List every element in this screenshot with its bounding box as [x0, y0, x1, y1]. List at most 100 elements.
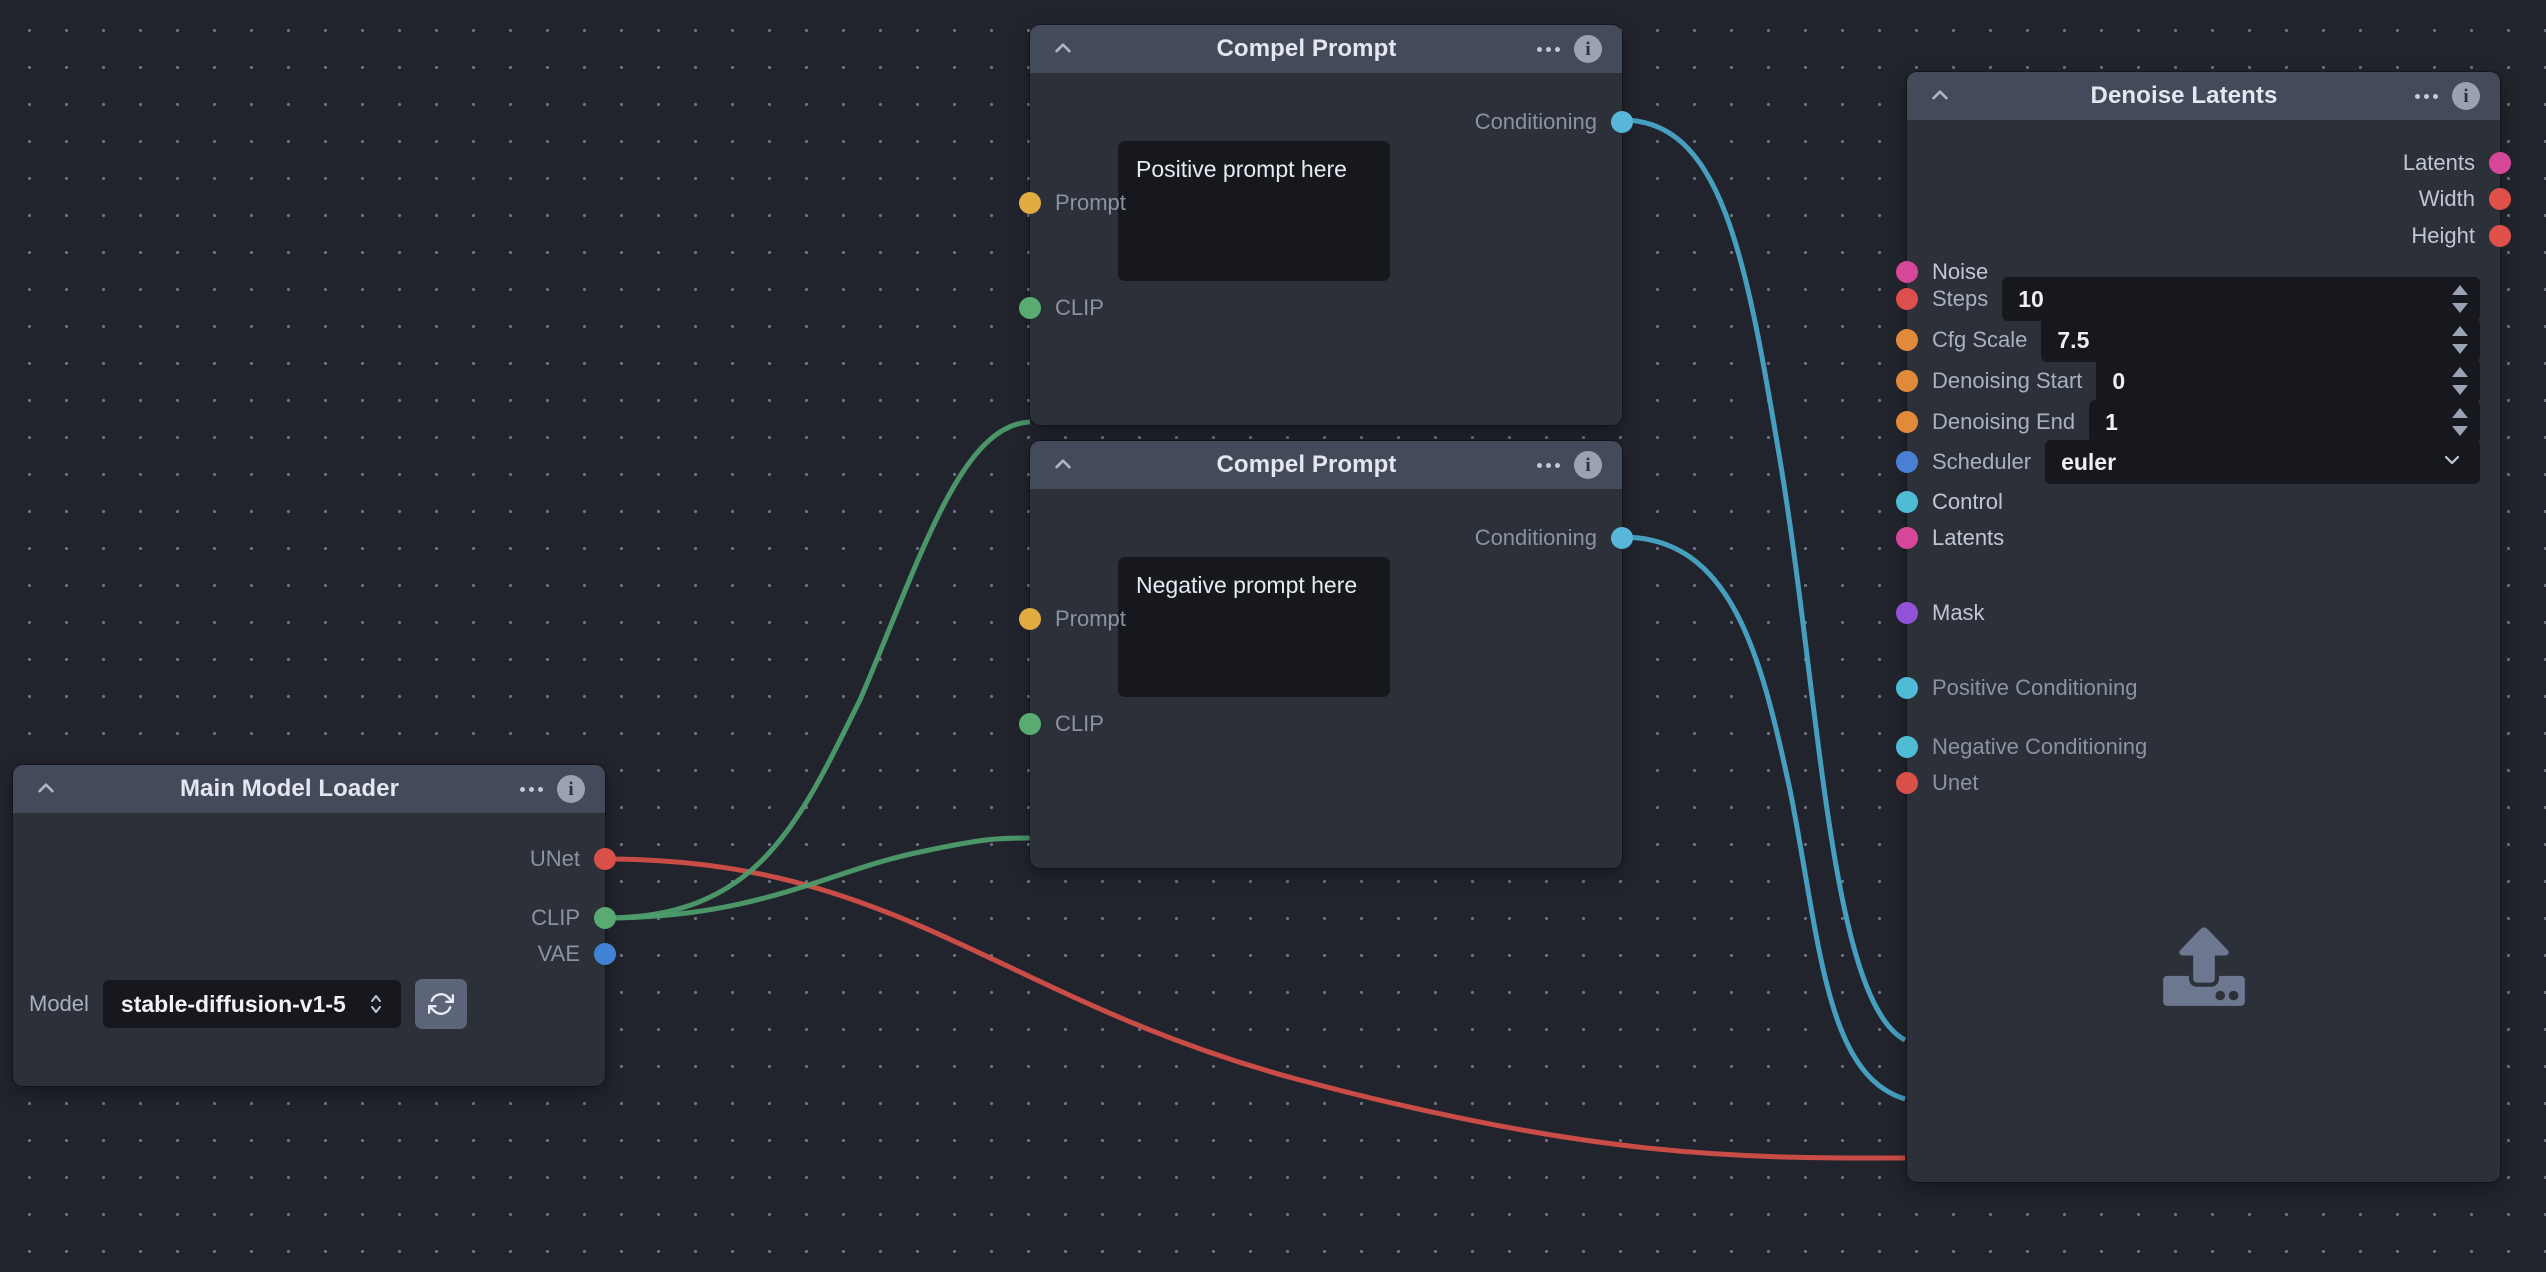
node-header[interactable]: Compel Prompt i — [1030, 441, 1622, 489]
port-positive-conditioning-in[interactable]: Positive Conditioning — [1896, 675, 2137, 701]
field-scheduler[interactable]: Scheduler euler — [1896, 440, 2480, 484]
node-title: Main Model Loader — [179, 775, 400, 802]
port-unet-out[interactable]: UNet — [529, 846, 616, 872]
handle-unet-in[interactable] — [1896, 772, 1918, 794]
port-prompt-in[interactable]: Prompt — [1019, 190, 1126, 216]
scheduler-value: euler — [2061, 448, 2117, 475]
chevron-up-icon[interactable] — [1050, 452, 1076, 478]
handle-scheduler[interactable] — [1896, 451, 1918, 473]
cfg-scale-stepper[interactable] — [2450, 322, 2470, 358]
chevron-up-icon[interactable] — [33, 776, 59, 802]
cfg-scale-input[interactable]: 7.5 — [2041, 318, 2480, 362]
field-cfg-scale[interactable]: Cfg Scale 7.5 — [1896, 318, 2480, 362]
denoising-start-input[interactable]: 0 — [2096, 359, 2480, 403]
node-header[interactable]: Denoise Latents i — [1907, 72, 2500, 120]
handle-cfg-scale[interactable] — [1896, 329, 1918, 351]
port-label: Unet — [1932, 770, 1979, 795]
node-header-actions[interactable]: i — [1537, 451, 1602, 479]
chevron-up-icon[interactable] — [1050, 36, 1076, 62]
ellipsis-icon[interactable] — [2415, 93, 2438, 99]
handle-conditioning[interactable] — [1611, 527, 1633, 549]
workflow-canvas[interactable]: Compel Prompt i Conditioning Positive pr… — [0, 0, 2546, 1272]
stepper-down-icon[interactable] — [2452, 426, 2468, 436]
handle-negative-conditioning[interactable] — [1896, 736, 1918, 758]
port-mask-in[interactable]: Mask — [1896, 600, 1985, 626]
info-icon[interactable]: i — [557, 775, 585, 803]
model-select[interactable]: stable-diffusion-v1-5 — [102, 980, 401, 1028]
handle-conditioning[interactable] — [1611, 111, 1633, 133]
port-height-out[interactable]: Height — [2411, 223, 2511, 249]
port-conditioning-out[interactable]: Conditioning — [1475, 109, 1633, 135]
port-latents-out[interactable]: Latents — [2403, 150, 2511, 176]
handle-positive-conditioning[interactable] — [1896, 677, 1918, 699]
node-denoise-latents[interactable]: Denoise Latents i Latents Width Height N… — [1896, 72, 2511, 1182]
node-header-actions[interactable]: i — [520, 775, 585, 803]
node-header[interactable]: Compel Prompt i — [1030, 25, 1622, 73]
model-label: Model — [29, 991, 89, 1016]
scheduler-select[interactable]: euler — [2045, 440, 2480, 484]
stepper-down-icon[interactable] — [2452, 385, 2468, 395]
stepper-up-icon[interactable] — [2452, 285, 2468, 295]
handle-prompt[interactable] — [1019, 608, 1041, 630]
handle-control[interactable] — [1896, 491, 1918, 513]
node-header-actions[interactable]: i — [2415, 82, 2480, 110]
prompt-textarea[interactable]: Negative prompt here — [1118, 557, 1390, 697]
node-header[interactable]: Main Model Loader i — [13, 765, 605, 813]
field-denoising-end[interactable]: Denoising End 1 — [1896, 400, 2480, 444]
chevron-up-icon[interactable] — [1927, 83, 1953, 109]
ellipsis-icon[interactable] — [1537, 46, 1560, 52]
port-negative-conditioning-in[interactable]: Negative Conditioning — [1896, 734, 2147, 760]
stepper-up-icon[interactable] — [2452, 408, 2468, 418]
handle-steps[interactable] — [1896, 288, 1918, 310]
upload-dropzone[interactable] — [1907, 910, 2500, 1030]
field-label: Steps — [1932, 286, 1989, 311]
field-steps[interactable]: Steps 10 — [1896, 277, 2480, 321]
port-label: UNet — [529, 846, 580, 871]
handle-height-out[interactable] — [2489, 225, 2511, 247]
port-prompt-in[interactable]: Prompt — [1019, 606, 1126, 632]
handle-denoising-end[interactable] — [1896, 411, 1918, 433]
handle-denoising-start[interactable] — [1896, 370, 1918, 392]
port-width-out[interactable]: Width — [2419, 186, 2511, 212]
info-icon[interactable]: i — [2452, 82, 2480, 110]
steps-stepper[interactable] — [2450, 281, 2470, 317]
model-field-row[interactable]: Model stable-diffusion-v1-5 — [29, 979, 467, 1029]
ellipsis-icon[interactable] — [1537, 462, 1560, 468]
denoising-start-stepper[interactable] — [2450, 363, 2470, 399]
info-icon[interactable]: i — [1574, 35, 1602, 63]
denoising-end-input[interactable]: 1 — [2089, 400, 2480, 444]
denoising-end-stepper[interactable] — [2450, 404, 2470, 440]
info-icon[interactable]: i — [1574, 451, 1602, 479]
handle-latents-out[interactable] — [2489, 152, 2511, 174]
stepper-up-icon[interactable] — [2452, 367, 2468, 377]
node-compel-prompt-positive[interactable]: Compel Prompt i Conditioning Positive pr… — [1019, 25, 1633, 425]
node-main-model-loader[interactable]: Main Model Loader i UNet CLIP VAE Model — [13, 765, 616, 1086]
port-conditioning-out[interactable]: Conditioning — [1475, 525, 1633, 551]
port-control-in[interactable]: Control — [1896, 489, 2003, 515]
ellipsis-icon[interactable] — [520, 786, 543, 792]
handle-width-out[interactable] — [2489, 188, 2511, 210]
handle-clip[interactable] — [1019, 713, 1041, 735]
handle-mask[interactable] — [1896, 602, 1918, 624]
refresh-models-button[interactable] — [414, 979, 467, 1029]
port-clip-in[interactable]: CLIP — [1019, 711, 1104, 737]
handle-vae[interactable] — [594, 943, 616, 965]
handle-clip[interactable] — [594, 907, 616, 929]
field-denoising-start[interactable]: Denoising Start 0 — [1896, 359, 2480, 403]
stepper-up-icon[interactable] — [2452, 326, 2468, 336]
port-unet-in[interactable]: Unet — [1896, 770, 1979, 796]
handle-latents-in[interactable] — [1896, 527, 1918, 549]
steps-input[interactable]: 10 — [2002, 277, 2480, 321]
stepper-down-icon[interactable] — [2452, 344, 2468, 354]
port-vae-out[interactable]: VAE — [538, 941, 616, 967]
node-header-actions[interactable]: i — [1537, 35, 1602, 63]
port-clip-in[interactable]: CLIP — [1019, 295, 1104, 321]
port-latents-in[interactable]: Latents — [1896, 525, 2004, 551]
handle-clip[interactable] — [1019, 297, 1041, 319]
prompt-textarea[interactable]: Positive prompt here — [1118, 141, 1390, 281]
node-compel-prompt-negative[interactable]: Compel Prompt i Conditioning Negative pr… — [1019, 441, 1633, 868]
handle-unet[interactable] — [594, 848, 616, 870]
stepper-down-icon[interactable] — [2452, 303, 2468, 313]
port-clip-out[interactable]: CLIP — [531, 905, 616, 931]
handle-prompt[interactable] — [1019, 192, 1041, 214]
